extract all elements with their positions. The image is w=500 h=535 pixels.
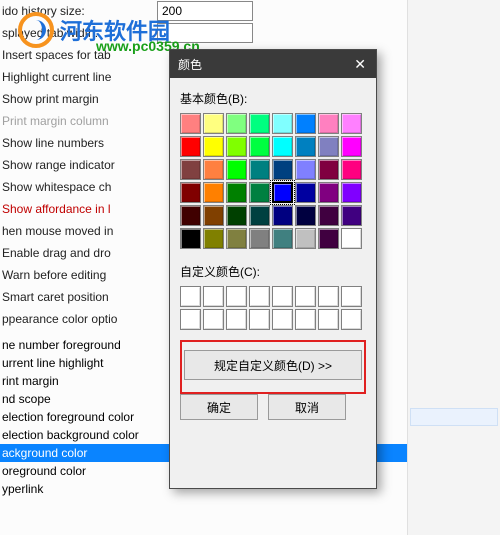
cancel-button[interactable]: 取消 (268, 394, 346, 420)
custom-color-swatch[interactable] (318, 286, 339, 307)
custom-color-swatch[interactable] (295, 286, 316, 307)
color-swatch[interactable] (249, 205, 270, 226)
color-swatch[interactable] (180, 205, 201, 226)
color-swatch[interactable] (295, 205, 316, 226)
custom-color-swatch[interactable] (226, 309, 247, 330)
color-swatch[interactable] (180, 159, 201, 180)
color-swatch[interactable] (318, 182, 339, 203)
color-swatch[interactable] (272, 159, 293, 180)
setting-label: Smart caret position (2, 290, 157, 304)
color-swatch[interactable] (272, 205, 293, 226)
color-swatch[interactable] (318, 228, 339, 249)
setting-label: Show affordance in l (2, 202, 157, 216)
color-swatch[interactable] (249, 228, 270, 249)
basic-color-grid (180, 113, 366, 249)
color-swatch[interactable] (249, 113, 270, 134)
color-swatch[interactable] (203, 113, 224, 134)
define-highlight: 规定自定义颜色(D) >> (180, 340, 366, 394)
side-area (408, 0, 500, 535)
color-swatch[interactable] (295, 159, 316, 180)
color-swatch[interactable] (203, 136, 224, 157)
ok-button[interactable]: 确定 (180, 394, 258, 420)
custom-color-swatch[interactable] (249, 309, 270, 330)
color-swatch[interactable] (203, 228, 224, 249)
color-swatch[interactable] (318, 136, 339, 157)
basic-colors-label: 基本颜色(B): (180, 90, 366, 107)
color-swatch[interactable] (341, 228, 362, 249)
setting-row: ido history size: (0, 0, 407, 22)
custom-color-swatch[interactable] (272, 309, 293, 330)
color-swatch[interactable] (341, 159, 362, 180)
setting-label: Show range indicator (2, 158, 157, 172)
setting-label: Warn before editing (2, 268, 157, 282)
custom-color-swatch[interactable] (295, 309, 316, 330)
setting-label: hen mouse moved in (2, 224, 157, 238)
custom-color-swatch[interactable] (226, 286, 247, 307)
setting-row: splayed tab width: (0, 22, 407, 44)
color-swatch[interactable] (226, 228, 247, 249)
color-dialog: 颜色 ✕ 基本颜色(B): 自定义颜色(C): 规定自定义颜色(D) >> 确定… (169, 49, 377, 489)
custom-color-swatch[interactable] (203, 286, 224, 307)
setting-label: Print margin column (2, 114, 157, 128)
color-swatch[interactable] (318, 159, 339, 180)
close-icon[interactable]: ✕ (350, 56, 370, 73)
color-swatch[interactable] (272, 136, 293, 157)
dialog-title: 颜色 (178, 56, 202, 73)
color-swatch[interactable] (295, 228, 316, 249)
setting-label: Show line numbers (2, 136, 157, 150)
color-swatch[interactable] (272, 113, 293, 134)
setting-label: ido history size: (2, 4, 157, 18)
custom-color-swatch[interactable] (341, 286, 362, 307)
custom-color-swatch[interactable] (203, 309, 224, 330)
define-custom-color-button[interactable]: 规定自定义颜色(D) >> (184, 350, 362, 380)
color-swatch[interactable] (249, 159, 270, 180)
color-swatch[interactable] (203, 205, 224, 226)
color-swatch[interactable] (341, 113, 362, 134)
color-swatch[interactable] (226, 182, 247, 203)
custom-color-swatch[interactable] (180, 309, 201, 330)
color-swatch[interactable] (203, 182, 224, 203)
color-swatch[interactable] (295, 182, 316, 203)
color-preview-field (410, 408, 498, 426)
color-swatch[interactable] (249, 136, 270, 157)
color-swatch[interactable] (272, 182, 293, 203)
color-swatch[interactable] (272, 228, 293, 249)
setting-label: ppearance color optio (2, 312, 157, 326)
color-swatch[interactable] (318, 205, 339, 226)
color-swatch[interactable] (341, 205, 362, 226)
setting-label: Show print margin (2, 92, 157, 106)
custom-color-swatch[interactable] (249, 286, 270, 307)
dialog-titlebar[interactable]: 颜色 ✕ (170, 50, 376, 78)
custom-colors-label: 自定义颜色(C): (180, 263, 366, 280)
color-swatch[interactable] (226, 159, 247, 180)
color-swatch[interactable] (295, 136, 316, 157)
color-swatch[interactable] (226, 205, 247, 226)
setting-label: Show whitespace ch (2, 180, 157, 194)
custom-color-swatch[interactable] (341, 309, 362, 330)
color-swatch[interactable] (249, 182, 270, 203)
color-swatch[interactable] (180, 113, 201, 134)
color-swatch[interactable] (226, 136, 247, 157)
color-swatch[interactable] (341, 182, 362, 203)
color-swatch[interactable] (341, 136, 362, 157)
color-swatch[interactable] (180, 182, 201, 203)
color-swatch[interactable] (318, 113, 339, 134)
setting-label: Highlight current line (2, 70, 157, 84)
color-swatch[interactable] (295, 113, 316, 134)
color-swatch[interactable] (180, 228, 201, 249)
setting-label: Enable drag and dro (2, 246, 157, 260)
color-swatch[interactable] (203, 159, 224, 180)
custom-color-swatch[interactable] (272, 286, 293, 307)
color-swatch[interactable] (226, 113, 247, 134)
custom-color-swatch[interactable] (180, 286, 201, 307)
setting-input[interactable] (157, 1, 253, 21)
custom-color-grid (180, 286, 366, 330)
color-swatch[interactable] (180, 136, 201, 157)
custom-color-swatch[interactable] (318, 309, 339, 330)
